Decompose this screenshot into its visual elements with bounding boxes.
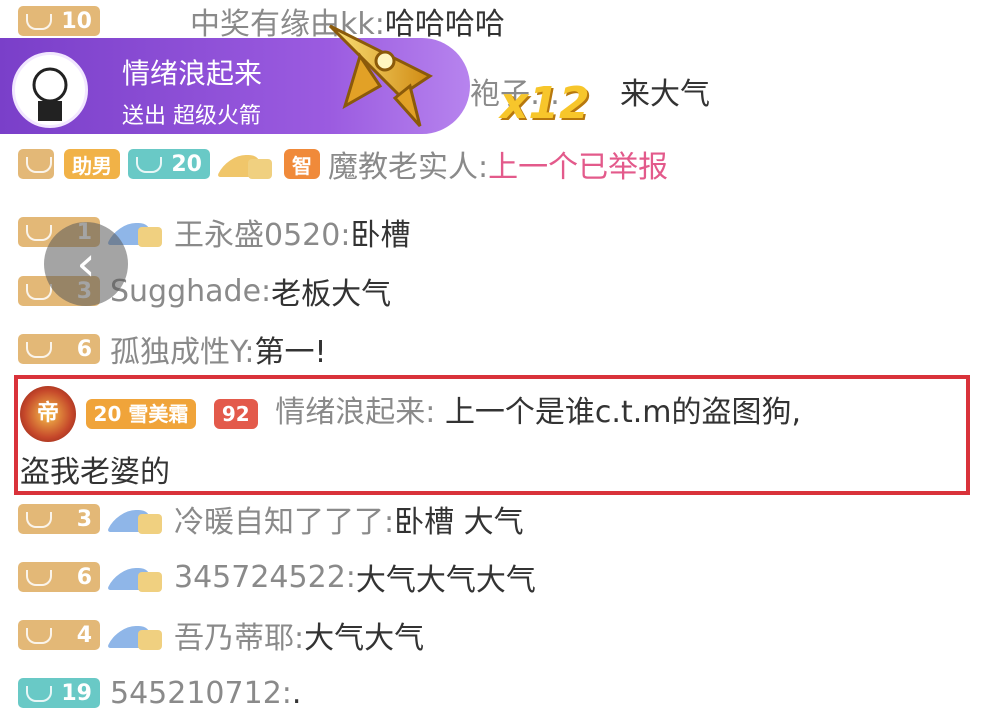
user-name: 吾乃蒂耶:: [174, 621, 305, 656]
user-name: 情绪浪起来:: [275, 395, 436, 430]
fan-badge: 20 雪美霜: [85, 398, 197, 429]
gift-sender: 情绪浪起来: [122, 57, 263, 90]
message-text: 卧槽: [350, 218, 411, 253]
guard-badge: [18, 149, 54, 179]
wing-icon: [106, 616, 164, 654]
message-text: 大气大气大气: [355, 563, 536, 598]
level-badge: 10: [18, 6, 100, 36]
user-name: 王永盛0520:: [174, 218, 351, 253]
level-badge: 19: [18, 678, 100, 708]
wing-icon: [216, 145, 274, 183]
chat-row: 4 吾乃蒂耶: 大气大气: [0, 606, 1000, 664]
user-name: 冷暖自知了了了:: [174, 505, 395, 540]
wing-icon: [106, 500, 164, 538]
user-name: 545210712:: [110, 675, 292, 711]
highlighted-message: 帝 20 雪美霜 92 情绪浪起来: 上一个是谁c.t.m的盗图狗, 盗我老婆的: [20, 383, 965, 503]
level-badge: 20: [128, 149, 210, 179]
chat-row: 6 345724522: 大气大气大气: [0, 548, 1000, 606]
message-text: .: [291, 675, 302, 711]
message-text: 上一个已举报: [488, 150, 669, 185]
message-text: 大气大气: [304, 621, 425, 656]
chat-row: 6 孤独成性Y: 第一!: [0, 320, 1000, 378]
chevron-left-icon[interactable]: ‹: [44, 222, 128, 306]
user-name: 345724522:: [174, 559, 356, 595]
chat-row: 助男 20 智 魔教老实人: 上一个已举报: [0, 135, 1000, 193]
message-text: 上一个是谁c.t.m的盗图狗,: [444, 395, 802, 430]
level-badge: 4: [18, 620, 100, 650]
message-text: 卧槽 大气: [394, 505, 524, 540]
emperor-crest-icon: 帝: [20, 385, 76, 442]
noble-badge: 智: [284, 149, 320, 179]
level-badge: 3: [18, 504, 100, 534]
message-text: 第一!: [254, 335, 327, 370]
chat-row: 1 王永盛0520: 卧槽: [0, 203, 1000, 261]
message-text: 来大气: [620, 77, 710, 112]
gift-action: 送出 超级火箭: [122, 104, 261, 129]
chat-row: 19 545210712: .: [0, 664, 1000, 722]
user-name: 孤独成性Y:: [110, 335, 255, 370]
level-badge: 6: [18, 334, 100, 364]
message-text: 老板大气: [271, 277, 392, 312]
wing-icon: [106, 558, 164, 596]
level-badge: 6: [18, 562, 100, 592]
message-text-cont: 盗我老婆的: [20, 455, 170, 490]
chat-row: 3 Sugghade: 老板大气: [0, 262, 1000, 320]
user-name: Sugghade:: [110, 273, 272, 309]
avatar: [12, 52, 88, 128]
chat-feed: 10 中奖有缘由kk: 哈哈哈哈 袍子… 来大气 助男 20 智 魔教老实人: …: [0, 0, 1000, 711]
gift-combo: x12: [500, 78, 590, 129]
user-name: 魔教老实人:: [328, 150, 489, 185]
fan-badge: 助男: [64, 149, 120, 179]
chat-row: 3 冷暖自知了了了: 卧槽 大气: [0, 490, 1000, 548]
rocket-icon: [320, 16, 450, 136]
level-badge: 92: [213, 398, 258, 429]
